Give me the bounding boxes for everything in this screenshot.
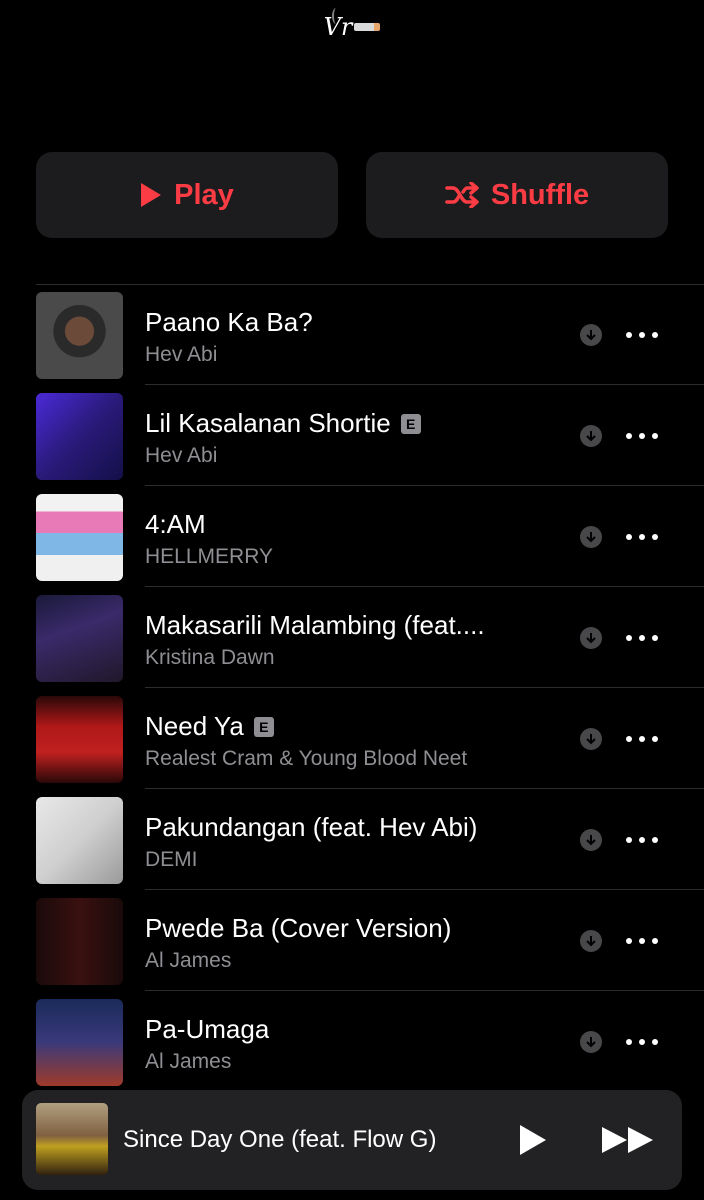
track-artist: Kristina Dawn — [145, 646, 275, 669]
download-icon[interactable] — [580, 829, 602, 851]
download-icon[interactable] — [580, 728, 602, 750]
album-art — [36, 494, 123, 581]
track-artist: Hev Abi — [145, 444, 218, 467]
track-title: Paano Ka Ba? — [145, 307, 313, 337]
download-icon[interactable] — [580, 930, 602, 952]
album-art — [36, 393, 123, 480]
now-playing-art — [36, 1103, 108, 1175]
album-art — [36, 595, 123, 682]
more-options-icon[interactable] — [626, 928, 658, 954]
play-button[interactable]: Play — [36, 152, 338, 238]
track-title: Pa-Umaga — [145, 1014, 270, 1044]
playlist-header-title: Vr — [0, 8, 704, 44]
mini-player[interactable]: Since Day One (feat. Flow G) — [22, 1090, 682, 1190]
track-title: Pwede Ba (Cover Version) — [145, 913, 452, 943]
download-icon[interactable] — [580, 627, 602, 649]
track-row[interactable]: Paano Ka Ba? Hev Abi — [36, 284, 704, 385]
shuffle-button-label: Shuffle — [490, 178, 590, 211]
more-options-icon[interactable] — [626, 1029, 658, 1055]
more-options-icon[interactable] — [626, 827, 658, 853]
track-artist: Hev Abi — [145, 343, 218, 366]
track-row[interactable]: 4:AM HELLMERRY — [36, 486, 704, 587]
action-buttons: Play Shuffle — [36, 152, 668, 238]
download-icon[interactable] — [580, 425, 602, 447]
fast-forward-icon — [602, 1127, 653, 1153]
album-art — [36, 999, 123, 1086]
track-artist: Al James — [145, 1050, 232, 1073]
track-artist: Realest Cram & Young Blood Neet — [145, 747, 468, 770]
explicit-badge: E — [400, 413, 421, 434]
next-track-button[interactable] — [600, 1125, 656, 1160]
play-icon — [141, 183, 162, 207]
more-options-icon[interactable] — [626, 322, 658, 348]
more-options-icon[interactable] — [626, 423, 658, 449]
download-icon[interactable] — [580, 1031, 602, 1053]
mini-play-button[interactable] — [518, 1123, 548, 1162]
track-title: Lil Kasalanan Shortie E — [145, 408, 421, 439]
album-art — [36, 696, 123, 783]
track-artist: DEMI — [145, 848, 198, 871]
download-icon[interactable] — [580, 526, 602, 548]
explicit-badge: E — [253, 716, 274, 737]
album-art — [36, 797, 123, 884]
track-title: Need Ya E — [145, 711, 274, 742]
track-artist: HELLMERRY — [145, 545, 273, 568]
play-button-label: Play — [174, 178, 234, 211]
download-icon[interactable] — [580, 324, 602, 346]
track-row[interactable]: Need Ya E Realest Cram & Young Blood Neet — [36, 688, 704, 789]
track-row[interactable]: Pwede Ba (Cover Version) Al James — [36, 890, 704, 991]
shuffle-icon — [445, 182, 479, 208]
more-options-icon[interactable] — [626, 625, 658, 651]
album-art — [36, 292, 123, 379]
album-art — [36, 898, 123, 985]
track-list: Paano Ka Ba? Hev Abi Lil Kasalanan Short… — [36, 284, 704, 1092]
more-options-icon[interactable] — [626, 524, 658, 550]
play-icon — [520, 1125, 546, 1155]
track-title: Makasarili Malambing (feat.... — [145, 610, 485, 640]
track-row[interactable]: Pa-Umaga Al James — [36, 991, 704, 1092]
now-playing-title: Since Day One (feat. Flow G) — [123, 1126, 437, 1153]
track-row[interactable]: Makasarili Malambing (feat.... Kristina … — [36, 587, 704, 688]
shuffle-button[interactable]: Shuffle — [366, 152, 668, 238]
cigarette-emoji-icon — [354, 22, 381, 31]
track-row[interactable]: Pakundangan (feat. Hev Abi) DEMI — [36, 789, 704, 890]
track-artist: Al James — [145, 949, 232, 972]
track-title: Pakundangan (feat. Hev Abi) — [145, 812, 478, 842]
track-title: 4:AM — [145, 509, 206, 539]
track-row[interactable]: Lil Kasalanan Shortie E Hev Abi — [36, 385, 704, 486]
more-options-icon[interactable] — [626, 726, 658, 752]
